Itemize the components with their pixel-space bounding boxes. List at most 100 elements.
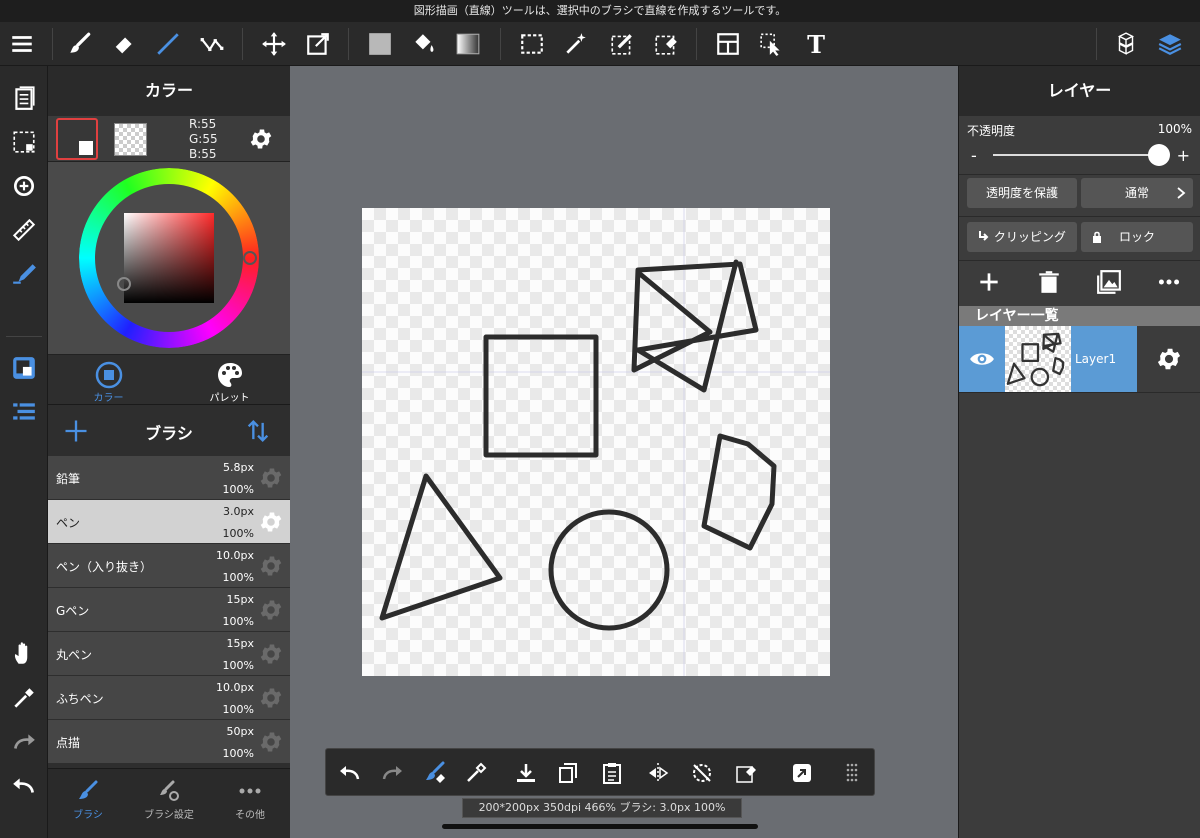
- reset-rotation-icon[interactable]: [686, 757, 718, 789]
- brush-item[interactable]: 点描 50px 100%: [48, 720, 290, 764]
- select-eraser-icon[interactable]: [648, 26, 684, 62]
- lock-button[interactable]: ロック: [1081, 222, 1193, 252]
- polyline-tool-icon[interactable]: [194, 26, 230, 62]
- selection-icon[interactable]: [6, 124, 42, 160]
- layer-settings-gear-icon[interactable]: [1137, 326, 1200, 392]
- brush-settings-gear-icon[interactable]: [258, 465, 284, 491]
- select-rect-icon[interactable]: [514, 26, 550, 62]
- saturation-value-square[interactable]: [124, 213, 214, 303]
- clear-selection-icon[interactable]: [730, 757, 762, 789]
- blend-mode-label: 通常: [1124, 186, 1149, 200]
- brush-item[interactable]: 丸ペン 15px 100%: [48, 632, 290, 676]
- layer-visibility-toggle[interactable]: [959, 326, 1005, 392]
- eyedropper-icon[interactable]: [460, 757, 492, 789]
- protect-alpha-button[interactable]: 透明度を保護: [967, 178, 1077, 208]
- opacity-decrease-button[interactable]: -: [971, 146, 977, 165]
- brush-settings-gear-icon[interactable]: [258, 553, 284, 579]
- sub-color-swatch[interactable]: [114, 123, 147, 156]
- delete-layer-icon[interactable]: [1031, 264, 1067, 300]
- brush-settings-gear-icon[interactable]: [258, 729, 284, 755]
- pages-icon[interactable]: [6, 80, 42, 116]
- color-circle-icon: [95, 361, 122, 389]
- color-settings-gear-icon[interactable]: [246, 124, 276, 154]
- brush-settings-gear-icon[interactable]: [258, 597, 284, 623]
- copy-icon[interactable]: [552, 757, 584, 789]
- eraser-tool-icon[interactable]: [106, 26, 142, 62]
- brush-settings-gear-icon[interactable]: [258, 685, 284, 711]
- brush-name: 点描: [56, 736, 81, 750]
- select-pen-icon[interactable]: [604, 26, 640, 62]
- brush-opacity: 100%: [222, 659, 254, 672]
- layer-panel: レイヤー 不透明度 100% - + 透明度を保護 通常 クリッピング ロック: [958, 66, 1200, 838]
- tab-brush-label: ブラシ: [73, 810, 103, 821]
- menu-icon[interactable]: [4, 26, 40, 62]
- add-layer-icon[interactable]: [971, 264, 1007, 300]
- rgb-readout: R:55 G:55 B:55: [189, 117, 218, 162]
- layer-row[interactable]: Layer1: [959, 326, 1200, 392]
- color-panel-toggle-icon[interactable]: [6, 350, 42, 386]
- undo-icon[interactable]: [334, 757, 366, 789]
- brush-item[interactable]: 鉛筆 5.8px 100%: [48, 456, 290, 500]
- eye-icon: [970, 353, 994, 365]
- brush-settings-gear-icon[interactable]: [258, 641, 284, 667]
- frame-divide-icon[interactable]: [710, 26, 746, 62]
- share-export-icon[interactable]: [786, 757, 818, 789]
- tab-other[interactable]: その他: [210, 773, 290, 833]
- brush-item[interactable]: ふちペン 10.0px 100%: [48, 676, 290, 720]
- line-tool-icon[interactable]: [150, 26, 186, 62]
- move-tool-icon[interactable]: [256, 26, 292, 62]
- canvas-area[interactable]: [290, 66, 958, 838]
- brush-size: 10.0px: [216, 549, 254, 562]
- undo-icon[interactable]: [6, 768, 42, 804]
- brush-item[interactable]: Gペン 15px 100%: [48, 588, 290, 632]
- opacity-increase-button[interactable]: +: [1177, 146, 1190, 165]
- gradient-tool-icon[interactable]: [450, 26, 486, 62]
- brush-eraser-toggle-icon[interactable]: [418, 757, 450, 789]
- clipping-button[interactable]: クリッピング: [967, 222, 1077, 252]
- drawn-square: [483, 334, 599, 458]
- brush-list-toggle-icon[interactable]: [6, 394, 42, 430]
- brush-settings-gear-icon[interactable]: [258, 509, 284, 535]
- layer-more-icon[interactable]: [1151, 264, 1187, 300]
- magic-wand-icon[interactable]: [558, 26, 594, 62]
- opacity-slider-track[interactable]: [993, 154, 1159, 156]
- paste-icon[interactable]: [596, 757, 628, 789]
- brush-size: 5.8px: [223, 461, 254, 474]
- save-download-icon[interactable]: [510, 757, 542, 789]
- layer-name[interactable]: Layer1: [1071, 326, 1137, 392]
- layer-list-title: レイヤー一覧: [959, 306, 1200, 326]
- color-swatch-bar: R:55 G:55 B:55: [48, 116, 290, 162]
- bucket-tool-icon[interactable]: [406, 26, 442, 62]
- brush-item[interactable]: ペン（入り抜き） 10.0px 100%: [48, 544, 290, 588]
- redo-icon[interactable]: [6, 724, 42, 760]
- operation-tool-icon[interactable]: [754, 26, 790, 62]
- brush-item[interactable]: ペン 3.0px 100%: [48, 500, 290, 544]
- text-tool-icon[interactable]: T: [798, 26, 834, 62]
- brush-tool-icon[interactable]: [62, 26, 98, 62]
- flip-horizontal-icon[interactable]: [642, 757, 674, 789]
- snap-pen-icon[interactable]: [6, 256, 42, 292]
- fill-rect-tool-icon[interactable]: [362, 26, 398, 62]
- sort-brush-icon[interactable]: [244, 417, 272, 445]
- text-tool-glyph: T: [807, 29, 825, 59]
- transform-tool-icon[interactable]: [300, 26, 336, 62]
- brush-name: ペン: [56, 516, 81, 530]
- ruler-icon[interactable]: [6, 212, 42, 248]
- grid-handle-icon[interactable]: [836, 757, 868, 789]
- tab-brush-settings[interactable]: ブラシ設定: [129, 773, 209, 833]
- main-color-swatch[interactable]: [56, 118, 98, 160]
- artboard[interactable]: [362, 208, 830, 676]
- redo-icon[interactable]: [376, 757, 408, 789]
- layer-image-icon[interactable]: [1091, 264, 1127, 300]
- blend-mode-button[interactable]: 通常: [1081, 178, 1193, 208]
- tab-palette[interactable]: パレット: [169, 357, 290, 405]
- tab-brush[interactable]: ブラシ: [48, 773, 128, 833]
- toolbar-divider: [500, 28, 501, 60]
- eyedropper-icon[interactable]: [6, 680, 42, 716]
- materials-icon[interactable]: [1108, 26, 1144, 62]
- tab-color[interactable]: カラー: [48, 357, 169, 405]
- hand-tool-icon[interactable]: [6, 636, 42, 672]
- layers-icon[interactable]: [1152, 26, 1188, 62]
- opacity-slider-knob[interactable]: [1148, 144, 1170, 166]
- rotate-view-icon[interactable]: [6, 168, 42, 204]
